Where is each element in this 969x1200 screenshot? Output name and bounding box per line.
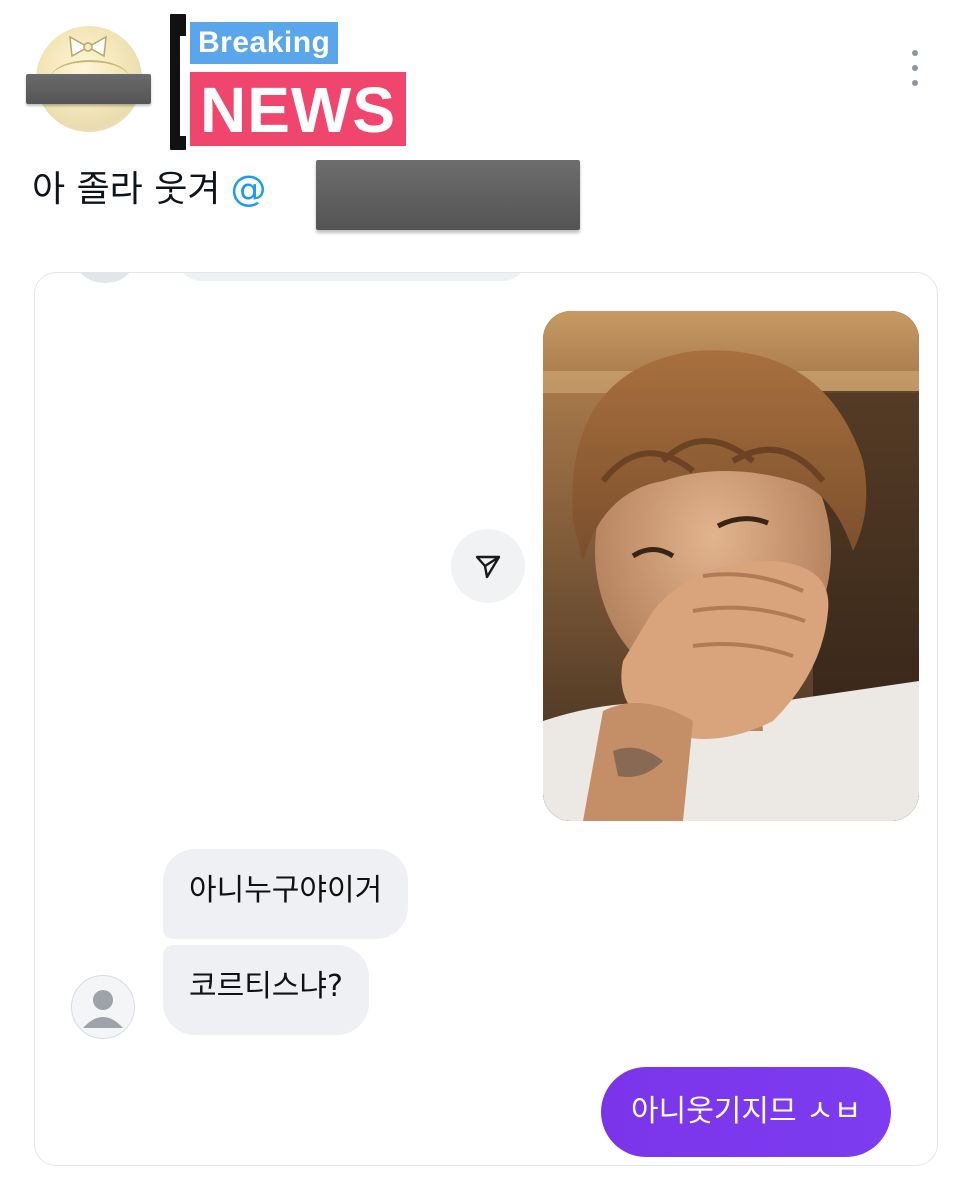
send-paper-plane-icon — [475, 555, 501, 579]
news-label: NEWS — [190, 72, 406, 146]
tweet-text: 아 졸라 웃겨 @ — [32, 166, 267, 214]
redacted-mention — [316, 160, 580, 230]
redacted-display-name — [26, 74, 151, 104]
default-user-avatar-icon — [83, 990, 123, 1028]
header-image-bar — [170, 14, 190, 150]
shared-photo[interactable] — [543, 311, 919, 821]
incoming-message: 아니누구야이거 — [163, 849, 409, 939]
cropped-message-bubble — [177, 273, 527, 281]
laughing-person-photo — [543, 311, 919, 821]
contact-avatar[interactable] — [71, 975, 135, 1039]
attached-media[interactable]: 아니누구야이거 코르티스냐? 아니웃기지므 ㅅㅂ — [34, 272, 938, 1166]
breaking-label: Breaking — [190, 22, 339, 64]
mention-link[interactable]: @ — [231, 169, 267, 210]
outgoing-message: 아니웃기지므 ㅅㅂ — [601, 1067, 892, 1157]
share-button[interactable] — [451, 529, 525, 603]
more-vertical-icon[interactable] — [908, 50, 922, 86]
incoming-message: 코르티스냐? — [163, 945, 369, 1035]
tweet-body: 아 졸라 웃겨 — [32, 169, 221, 210]
cropped-avatar — [77, 273, 133, 283]
bow-icon — [69, 35, 107, 58]
